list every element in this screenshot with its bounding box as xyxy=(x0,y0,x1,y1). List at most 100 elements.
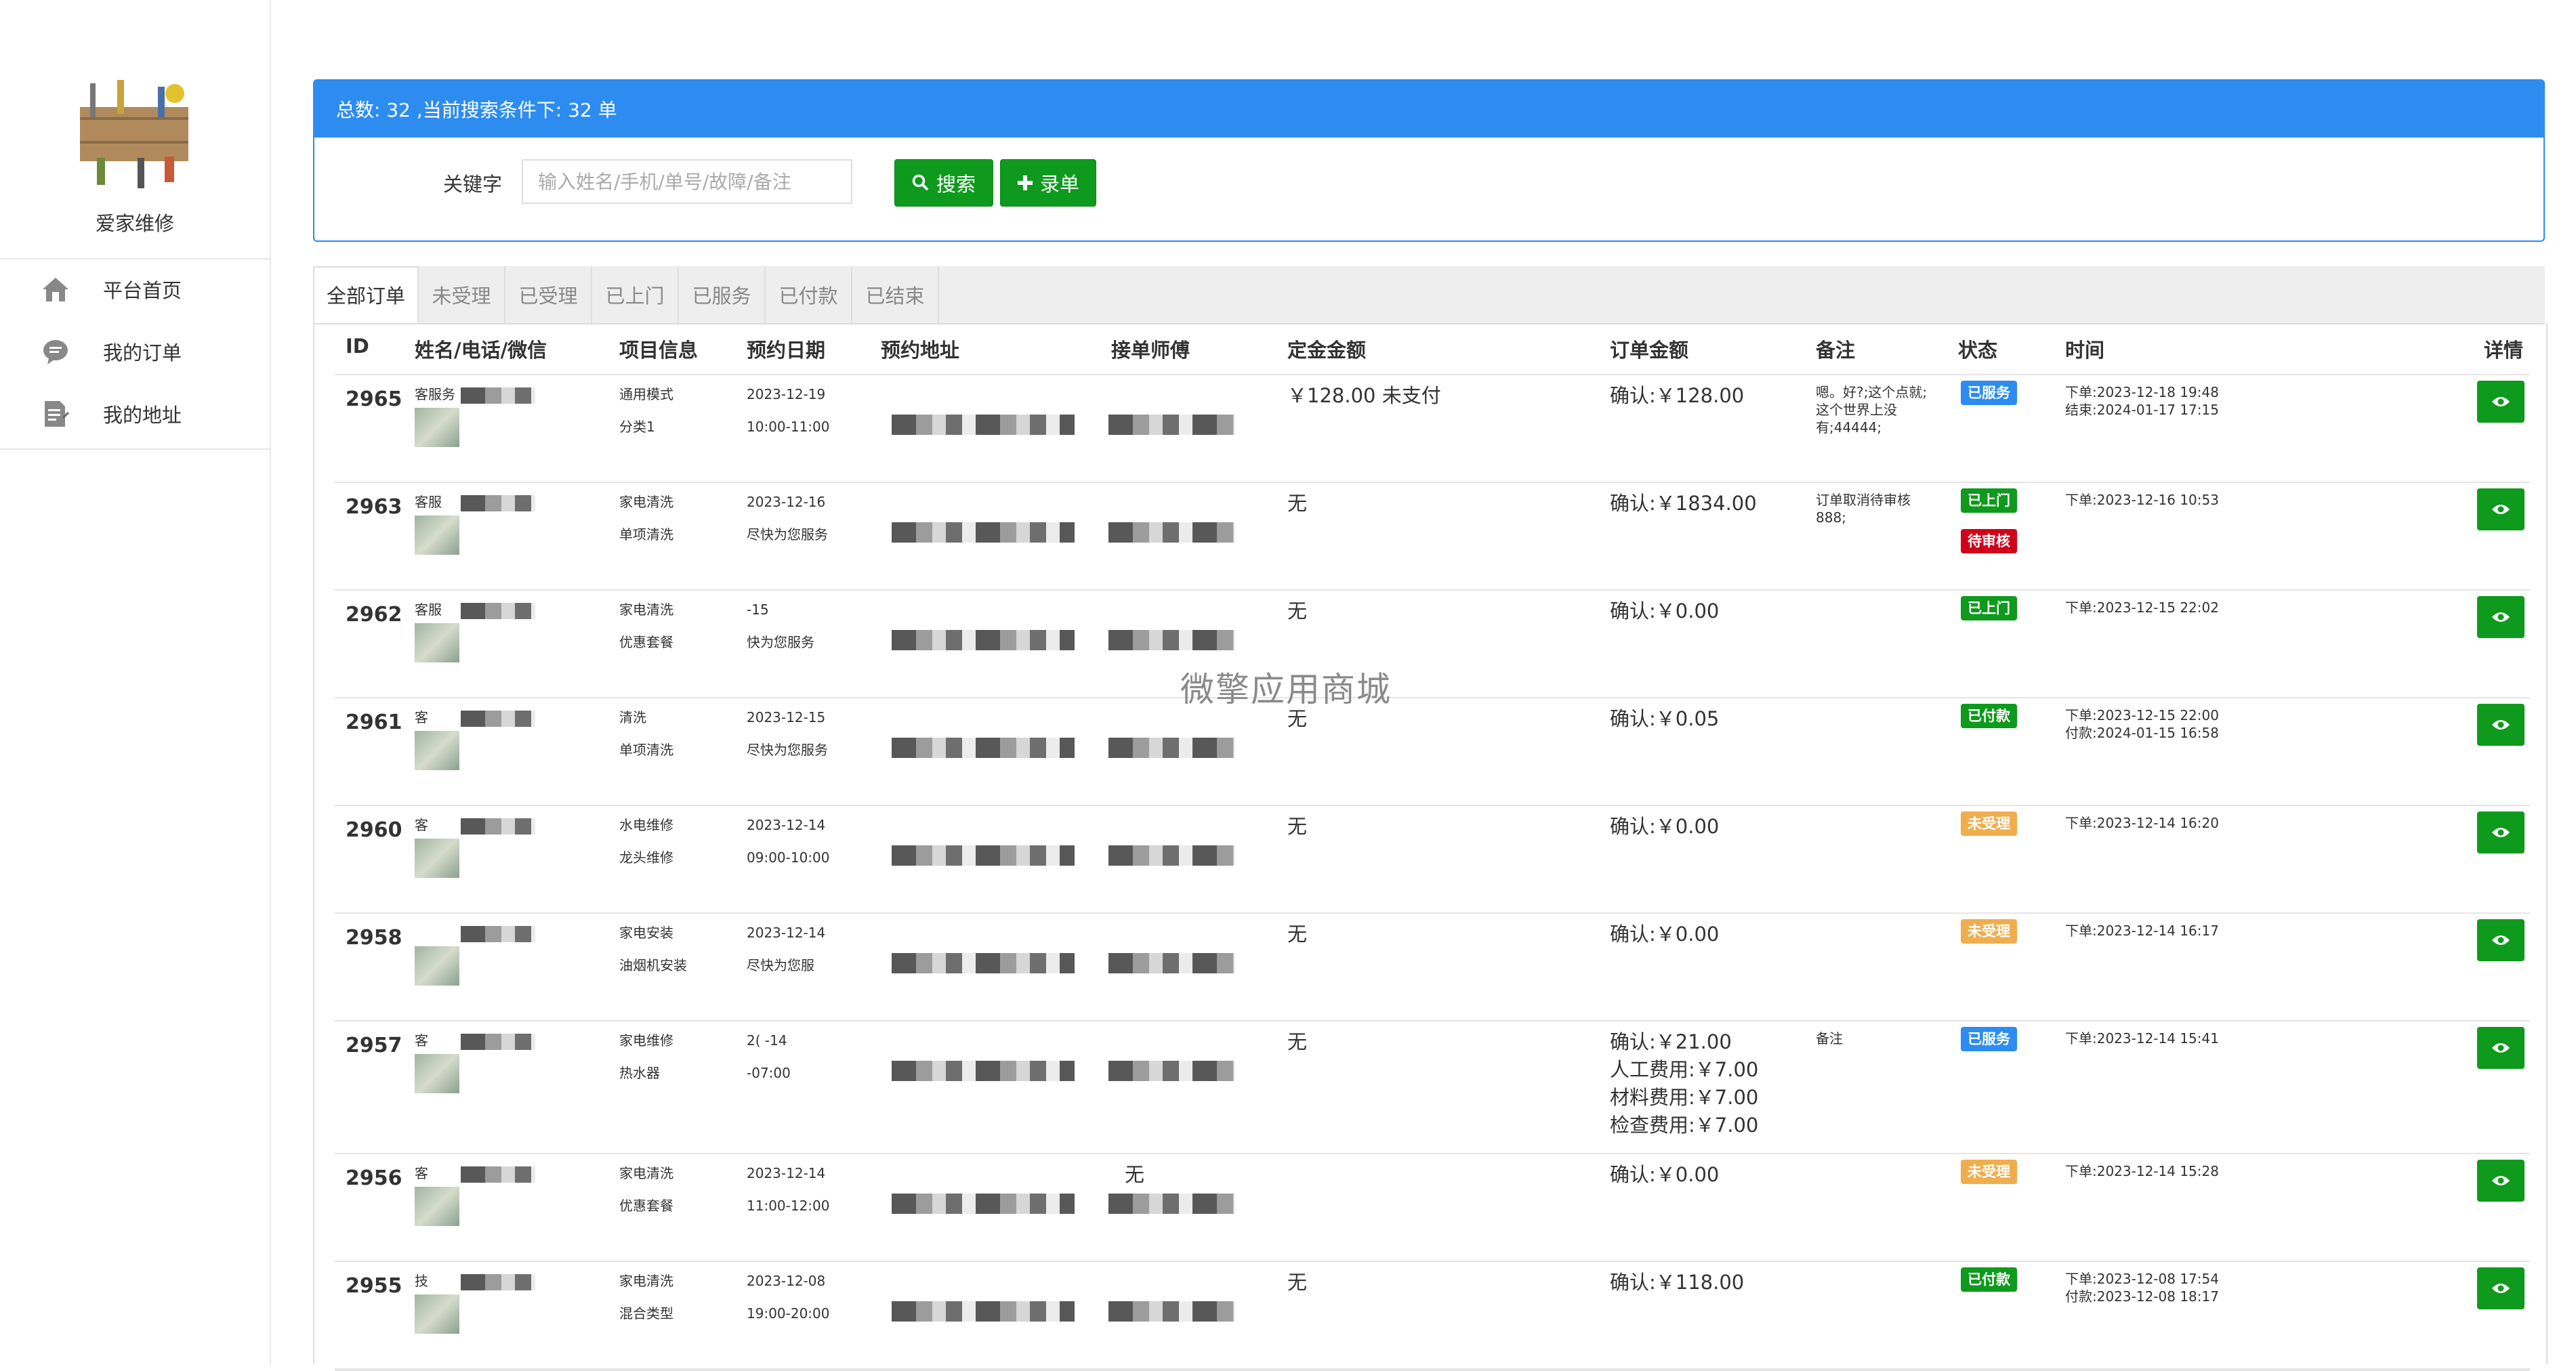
status-badge: 未受理 xyxy=(1961,811,2017,836)
project-category: 家电维修 xyxy=(619,1032,673,1049)
add-order-button[interactable]: 录单 xyxy=(1000,159,1096,207)
order-amount: 确认:￥0.00 xyxy=(1610,923,1720,946)
project-category: 家电清洗 xyxy=(619,494,673,510)
status-badge: 已上门 xyxy=(1961,596,2017,620)
avatar xyxy=(415,515,459,555)
order-amount: 确认:￥1834.00 xyxy=(1610,492,1757,515)
appointment-time: 快为您服务 xyxy=(747,634,814,650)
col-detail: 详情 xyxy=(2484,339,2524,362)
redacted-master xyxy=(1108,415,1234,435)
redacted-master xyxy=(1108,1061,1234,1081)
order-time-created: 下单:2023-12-08 17:54 xyxy=(2065,1271,2219,1287)
project-item: 混合类型 xyxy=(619,1305,673,1322)
order-time-created: 下单:2023-12-14 16:20 xyxy=(2065,815,2219,831)
eye-icon xyxy=(2492,1043,2510,1053)
customer-name: 客服务 xyxy=(415,386,455,402)
col-address: 预约地址 xyxy=(881,339,960,362)
redacted-contact xyxy=(461,495,535,511)
avatar xyxy=(415,731,459,770)
tab-accepted[interactable]: 已受理 xyxy=(505,266,592,323)
redacted-master xyxy=(1108,630,1234,650)
project-category: 通用模式 xyxy=(619,386,673,402)
search-input[interactable] xyxy=(522,159,852,204)
customer-name: 技 xyxy=(415,1273,428,1289)
deposit-amount: ￥128.00 未支付 xyxy=(1287,384,1441,407)
order-time-updated: 付款:2023-12-08 18:17 xyxy=(2065,1288,2219,1305)
view-detail-button[interactable] xyxy=(2477,1027,2525,1069)
search-button[interactable]: 搜索 xyxy=(894,159,993,207)
eye-icon xyxy=(2492,935,2510,945)
sidebar-item-orders[interactable]: 我的订单 xyxy=(0,320,270,383)
keyword-label: 关键字 xyxy=(443,173,503,196)
appointment-date: -15 xyxy=(747,602,769,618)
tab-served[interactable]: 已服务 xyxy=(679,266,766,323)
redacted-master xyxy=(1108,1301,1234,1322)
view-detail-button[interactable] xyxy=(2477,381,2525,423)
customer-name: 客 xyxy=(415,709,428,725)
tab-unaccepted[interactable]: 未受理 xyxy=(419,266,505,323)
order-time-updated: 付款:2024-01-15 16:58 xyxy=(2065,725,2219,741)
project-item: 热水器 xyxy=(619,1065,660,1081)
tab-visited[interactable]: 已上门 xyxy=(592,266,679,323)
order-amount: 确认:￥128.00 xyxy=(1610,384,1745,407)
customer-name: 客服 xyxy=(415,602,442,618)
appointment-time: -07:00 xyxy=(747,1065,791,1081)
customer-name: 客 xyxy=(415,817,428,833)
appointment-time: 09:00-10:00 xyxy=(747,849,830,866)
order-tabs: 全部订单 未受理 已受理 已上门 已服务 已付款 已结束 xyxy=(313,266,2545,324)
order-time-created: 下单:2023-12-15 22:02 xyxy=(2065,599,2219,616)
avatar xyxy=(415,1187,459,1226)
tab-finished[interactable]: 已结束 xyxy=(852,266,939,323)
order-amount: 材料费用:￥7.00 xyxy=(1610,1086,1759,1109)
eye-icon xyxy=(2492,1284,2510,1293)
view-detail-button[interactable] xyxy=(2477,488,2525,530)
view-detail-button[interactable] xyxy=(2477,811,2525,853)
eye-icon xyxy=(2492,828,2510,837)
col-date: 预约日期 xyxy=(747,339,826,362)
status-badge: 已付款 xyxy=(1961,1267,2017,1292)
appointment-time: 11:00-12:00 xyxy=(747,1198,830,1214)
eye-icon xyxy=(2492,505,2510,514)
view-detail-button[interactable] xyxy=(2477,704,2525,746)
sidebar: 爱家维修 平台首页 我的订单 我的地址 xyxy=(0,0,271,1364)
deposit-amount: 无 xyxy=(1287,1030,1308,1053)
view-detail-button[interactable] xyxy=(2477,596,2525,638)
deposit-amount: 无 xyxy=(1287,1271,1308,1294)
view-detail-button[interactable] xyxy=(2477,1160,2525,1202)
status-badge: 已服务 xyxy=(1961,381,2017,405)
order-id: 2960 xyxy=(346,818,402,842)
order-time-created: 下单:2023-12-16 10:53 xyxy=(2065,492,2219,508)
status-badge: 已付款 xyxy=(1961,704,2017,728)
redacted-master xyxy=(1108,738,1234,758)
col-deposit: 定金金额 xyxy=(1287,339,1367,362)
sidebar-item-home[interactable]: 平台首页 xyxy=(0,258,270,320)
redacted-master xyxy=(1108,953,1234,973)
sidebar-item-address[interactable]: 我的地址 xyxy=(0,383,270,445)
tab-paid[interactable]: 已付款 xyxy=(766,266,852,323)
avatar xyxy=(415,408,459,447)
redacted-master xyxy=(1108,1194,1234,1214)
eye-icon xyxy=(2492,612,2510,622)
eye-icon xyxy=(2492,1176,2510,1185)
order-summary: 总数: 32 ,当前搜索条件下: 32 单 xyxy=(314,81,2543,138)
plus-icon xyxy=(1017,175,1033,190)
sidebar-divider xyxy=(0,448,270,450)
status-badge: 未受理 xyxy=(1961,1160,2017,1184)
status-badge: 待审核 xyxy=(1961,529,2017,553)
project-category: 家电安装 xyxy=(619,925,673,941)
redacted-contact xyxy=(461,926,535,942)
appointment-date: 2023-12-14 xyxy=(747,925,826,941)
view-detail-button[interactable] xyxy=(2477,1267,2525,1309)
brand-name: 爱家维修 xyxy=(95,212,174,235)
appointment-date: 2023-12-08 xyxy=(747,1273,826,1289)
project-category: 家电清洗 xyxy=(619,1165,673,1181)
project-category: 家电清洗 xyxy=(619,602,673,618)
view-detail-button[interactable] xyxy=(2477,919,2525,961)
appointment-date: 2( -14 xyxy=(747,1032,787,1049)
project-item: 单项清洗 xyxy=(619,526,673,543)
redacted-address xyxy=(892,1061,1075,1081)
order-id: 2965 xyxy=(346,387,402,411)
col-id: ID xyxy=(346,335,369,358)
tab-all[interactable]: 全部订单 xyxy=(313,266,419,323)
search-panel: 总数: 32 ,当前搜索条件下: 32 单 关键字 搜索 录单 xyxy=(313,79,2545,242)
